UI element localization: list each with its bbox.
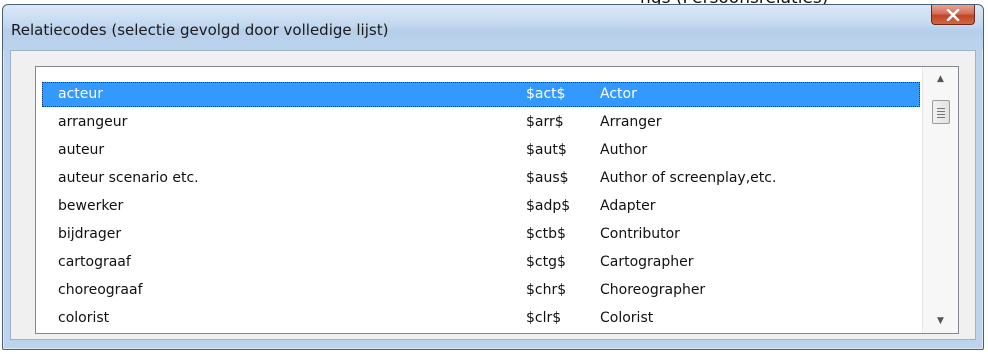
- dialog-client-area: acteur $act$ Actor arrangeur $arr$ Arranger au…: [10, 50, 976, 340]
- list-item-code: $act$: [526, 86, 566, 102]
- close-x-icon: [946, 8, 960, 21]
- list-item-english-term: Author: [600, 142, 648, 158]
- list-item[interactable]: bijdrager $ctb$ Contributor: [42, 222, 920, 247]
- list-item-english-term: Actor: [600, 86, 637, 102]
- list-item-dutch-term: bewerker: [58, 198, 124, 214]
- list-item-english-term: Contributor: [600, 226, 680, 242]
- scrollbar-thumb[interactable]: [932, 100, 950, 124]
- list-item-dutch-term: choreograaf: [58, 282, 143, 298]
- list-item-english-term: Colorist: [600, 310, 654, 326]
- list-item-english-term: Cartographer: [600, 254, 694, 270]
- list-item-dutch-term: colorist: [58, 310, 110, 326]
- list-item-dutch-term: bijdrager: [58, 226, 122, 242]
- list-item-english-term: Author of screenplay,etc.: [600, 170, 777, 186]
- window-title: Relatiecodes (selectie gevolgd door voll…: [11, 21, 389, 39]
- close-button[interactable]: [931, 5, 975, 25]
- list-item-code: $aut$: [526, 142, 567, 158]
- list-item-code: $ctg$: [526, 254, 566, 270]
- list-item[interactable]: arrangeur $arr$ Arranger: [42, 110, 920, 135]
- list-item-dutch-term: cartograaf: [58, 254, 131, 270]
- scroll-up-arrow-icon[interactable]: ▲: [923, 69, 958, 89]
- list-item[interactable]: colorist $clr$ Colorist: [42, 306, 920, 331]
- list-item-code: $arr$: [526, 114, 564, 130]
- list-rows: acteur $act$ Actor arrangeur $arr$ Arranger au…: [36, 67, 922, 333]
- list-item-dutch-term: auteur: [58, 142, 105, 158]
- list-item[interactable]: bewerker $adp$ Adapter: [42, 194, 920, 219]
- title-bar[interactable]: Relatiecodes (selectie gevolgd door voll…: [3, 5, 983, 50]
- list-item-code: $chr$: [526, 282, 567, 298]
- list-item-code: $ctb$: [526, 226, 566, 242]
- relation-codes-listbox[interactable]: acteur $act$ Actor arrangeur $arr$ Arranger au…: [35, 66, 959, 334]
- list-item-dutch-term: acteur: [58, 86, 104, 102]
- list-item[interactable]: choreograaf $chr$ Choreographer: [42, 278, 920, 303]
- list-item[interactable]: auteur $aut$ Author: [42, 138, 920, 163]
- list-item[interactable]: cartograaf $ctg$ Cartographer: [42, 250, 920, 275]
- vertical-scrollbar[interactable]: ▲ ▼: [922, 67, 958, 333]
- list-item-code: $aus$: [526, 170, 569, 186]
- list-item-english-term: Choreographer: [600, 282, 706, 298]
- list-item-english-term: Arranger: [600, 114, 662, 130]
- list-item[interactable]: acteur $act$ Actor: [42, 82, 920, 107]
- list-item-dutch-term: arrangeur: [58, 114, 128, 130]
- list-item-english-term: Adapter: [600, 198, 656, 214]
- list-item-dutch-term: auteur scenario etc.: [58, 170, 199, 186]
- list-item-code: $clr$: [526, 310, 562, 326]
- dialog-window: Relatiecodes (selectie gevolgd door voll…: [2, 4, 984, 350]
- list-item-code: $adp$: [526, 198, 571, 214]
- list-item[interactable]: auteur scenario etc. $aus$ Author of scree…: [42, 166, 920, 191]
- scroll-down-arrow-icon[interactable]: ▼: [923, 311, 958, 331]
